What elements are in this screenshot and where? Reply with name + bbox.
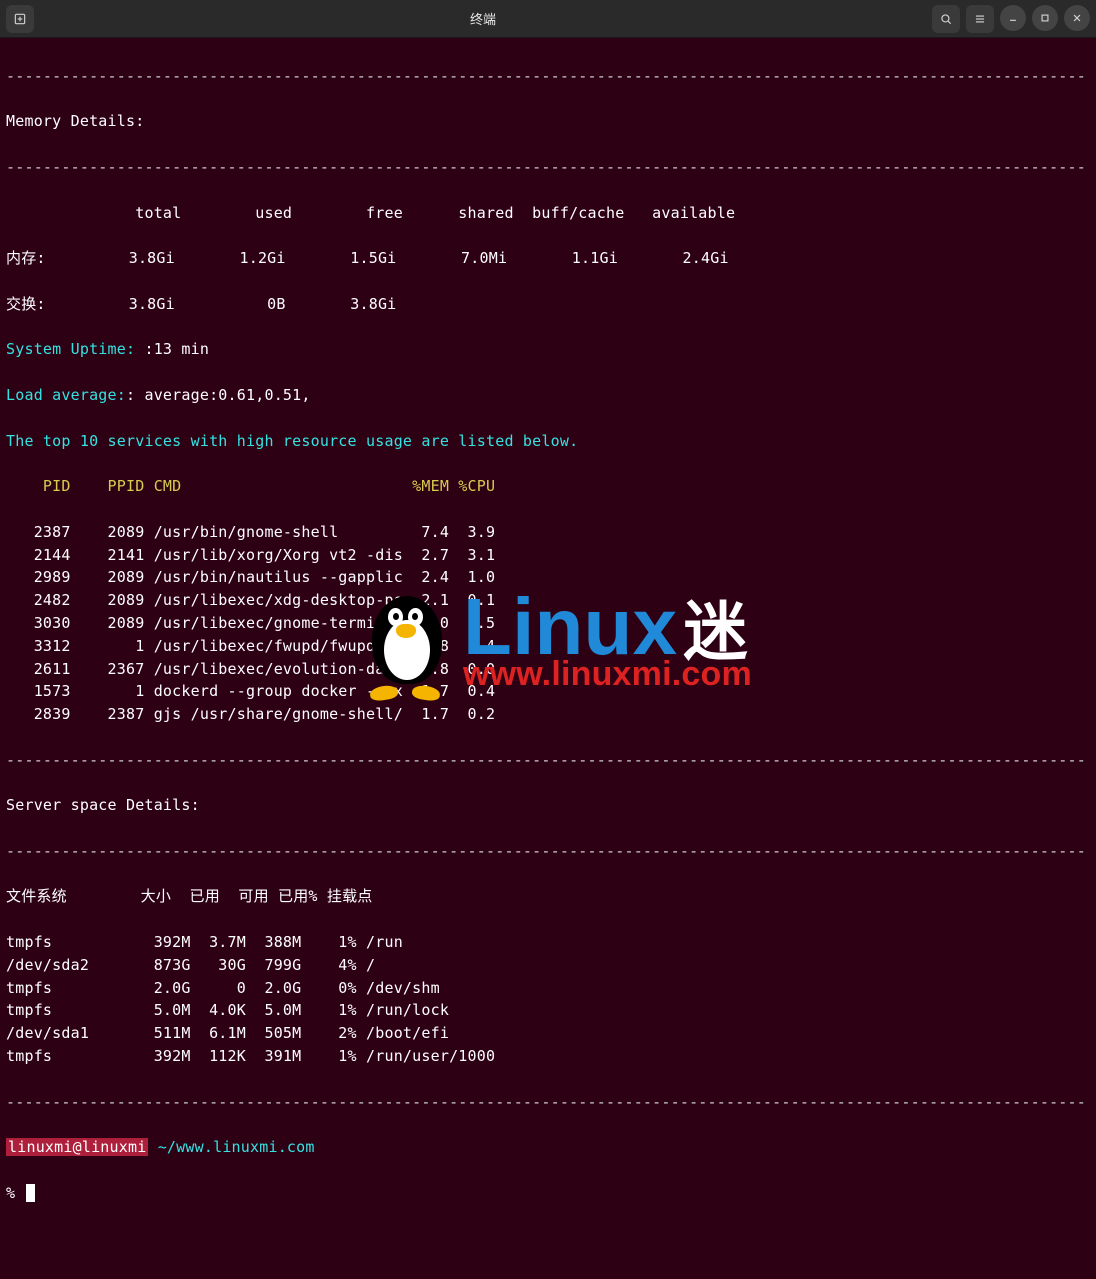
search-button[interactable] [932,5,960,33]
df-columns: 文件系统 大小 已用 可用 已用% 挂载点 [6,885,1090,908]
process-row: 3030 2089 /usr/libexec/gnome-terminal 2.… [6,612,1090,635]
close-button[interactable] [1064,5,1090,31]
process-list: 2387 2089 /usr/bin/gnome-shell 7.4 3.9 2… [6,521,1090,726]
separator: ----------------------------------------… [6,156,1090,179]
df-row: tmpfs 5.0M 4.0K 5.0M 1% /run/lock [6,999,1090,1022]
prompt-symbol: % [6,1184,24,1202]
process-row: 2839 2387 gjs /usr/share/gnome-shell/ 1.… [6,703,1090,726]
df-row: tmpfs 392M 3.7M 388M 1% /run [6,931,1090,954]
loadavg-line: Load average:: average:0.61,0.51, [6,384,1090,407]
process-header: PID PPID CMD %MEM %CPU [6,475,1090,498]
df-row: /dev/sda2 873G 30G 799G 4% / [6,954,1090,977]
df-row: tmpfs 392M 112K 391M 1% /run/user/1000 [6,1045,1090,1068]
top10-header: The top 10 services with high resource u… [6,430,1090,453]
process-row: 2144 2141 /usr/lib/xorg/Xorg vt2 -dis 2.… [6,544,1090,567]
df-row: tmpfs 2.0G 0 2.0G 0% /dev/shm [6,977,1090,1000]
prompt-line-2[interactable]: % [6,1182,1090,1205]
server-space-header: Server space Details: [6,794,1090,817]
uptime-value: :13 min [144,340,209,358]
prompt-line-1: linuxmi@linuxmi ~/www.linuxmi.com [6,1136,1090,1159]
separator: ----------------------------------------… [6,1091,1090,1114]
uptime-line: System Uptime: :13 min [6,338,1090,361]
window-title: 终端 [34,9,932,28]
process-row: 2387 2089 /usr/bin/gnome-shell 7.4 3.9 [6,521,1090,544]
maximize-button[interactable] [1032,5,1058,31]
df-rows: tmpfs 392M 3.7M 388M 1% /run/dev/sda2 87… [6,931,1090,1068]
minimize-button[interactable] [1000,5,1026,31]
df-row: /dev/sda1 511M 6.1M 505M 2% /boot/efi [6,1022,1090,1045]
mem-columns: total used free shared buff/cache availa… [6,202,1090,225]
memory-details-header: Memory Details: [6,110,1090,133]
process-row: 2989 2089 /usr/bin/nautilus --gapplic 2.… [6,566,1090,589]
process-row: 1573 1 dockerd --group docker --ex 1.7 0… [6,680,1090,703]
process-row: 3312 1 /usr/libexec/fwupd/fwupd 1.8 1.4 [6,635,1090,658]
hamburger-menu-button[interactable] [966,5,994,33]
uptime-label: System Uptime: [6,340,144,358]
process-row: 2611 2367 /usr/libexec/evolution-data 1.… [6,658,1090,681]
separator: ----------------------------------------… [6,840,1090,863]
prompt-user: linuxmi@linuxmi [6,1138,148,1156]
prompt-path: ~/www.linuxmi.com [148,1138,314,1156]
swap-row: 交换: 3.8Gi 0B 3.8Gi [6,293,1090,316]
mem-row: 内存: 3.8Gi 1.2Gi 1.5Gi 7.0Mi 1.1Gi 2.4Gi [6,247,1090,270]
new-tab-button[interactable] [6,5,34,33]
terminal-output[interactable]: ----------------------------------------… [0,38,1096,1279]
separator: ----------------------------------------… [6,749,1090,772]
cursor [26,1184,35,1202]
loadavg-label: Load average: [6,386,126,404]
loadavg-value: : average:0.61,0.51, [126,386,311,404]
separator: ----------------------------------------… [6,65,1090,88]
window-titlebar: 终端 [0,0,1096,38]
process-row: 2482 2089 /usr/libexec/xdg-desktop-po 2.… [6,589,1090,612]
